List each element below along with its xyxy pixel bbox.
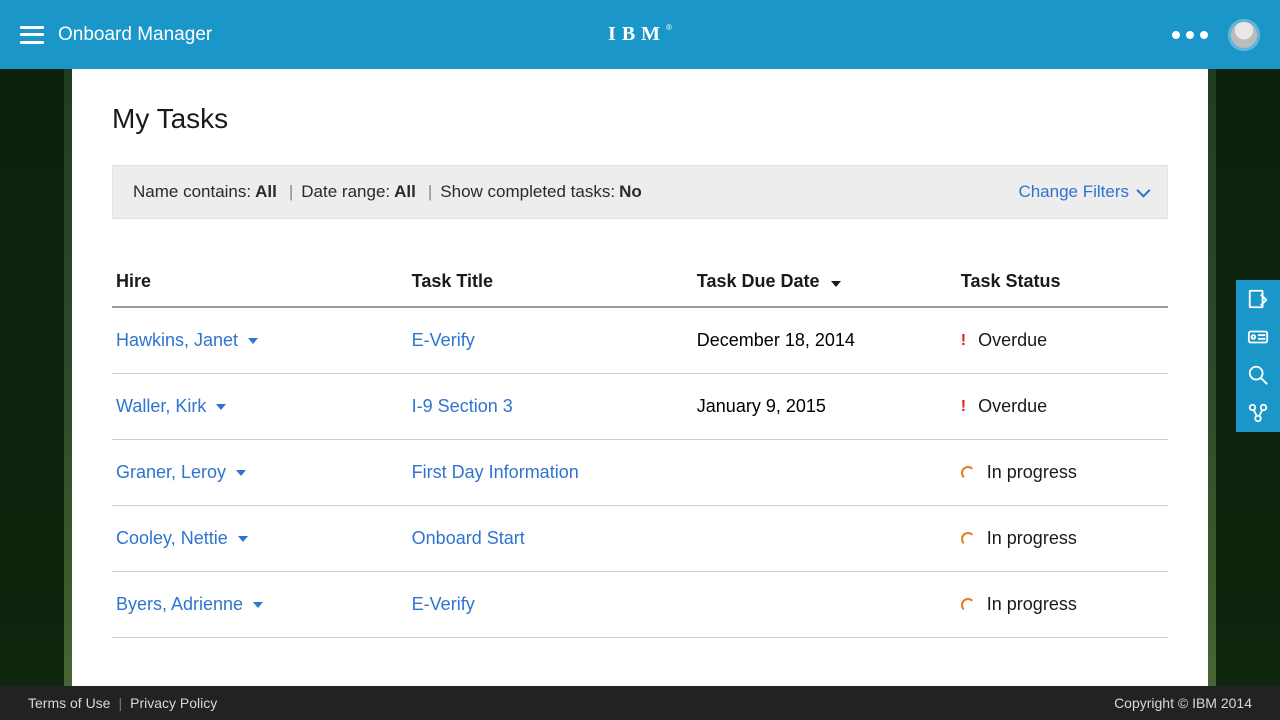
dock-edit-button[interactable] [1236,280,1280,318]
menu-icon[interactable] [20,26,44,44]
table-row: Byers, Adrienne E-Verify In progress [112,572,1168,638]
overdue-icon: ! [961,398,966,416]
table-row: Cooley, Nettie Onboard Start In progress [112,506,1168,572]
filter-bar: Name contains: All | Date range: All | S… [112,165,1168,219]
page-title: My Tasks [112,103,1168,135]
card-icon [1247,326,1269,348]
filter-date-label: Date range: [301,182,390,202]
col-header-date[interactable]: Task Due Date [693,259,957,307]
task-due-date: December 18, 2014 [693,307,957,374]
footer: Terms of Use | Privacy Policy Copyright … [0,686,1280,720]
dock-search-button[interactable] [1236,356,1280,394]
change-filters-button[interactable]: Change Filters [1018,182,1147,202]
dock-card-button[interactable] [1236,318,1280,356]
caret-down-icon [253,602,263,608]
col-header-status[interactable]: Task Status [957,259,1168,307]
caret-down-icon [238,536,248,542]
main-panel: My Tasks Name contains: All | Date range… [72,69,1208,686]
hire-link[interactable]: Byers, Adrienne [116,594,263,615]
in-progress-icon [961,466,975,480]
status-cell: ! Overdue [961,330,1164,351]
filter-date-value: All [394,182,416,202]
filter-completed-label: Show completed tasks: [440,182,615,202]
filter-separator: | [428,182,432,202]
task-due-date: January 9, 2015 [693,374,957,440]
filter-separator: | [289,182,293,202]
app-title: Onboard Manager [58,24,212,46]
hire-name: Graner, Leroy [116,462,226,483]
task-due-date [693,440,957,506]
col-header-date-label: Task Due Date [697,271,820,291]
overdue-icon: ! [961,332,966,350]
app-header: Onboard Manager IBM® [0,0,1280,69]
footer-privacy-link[interactable]: Privacy Policy [130,695,217,711]
hire-name: Byers, Adrienne [116,594,243,615]
status-cell: In progress [961,462,1164,483]
footer-separator: | [118,695,122,711]
change-filters-label: Change Filters [1018,182,1129,202]
hire-link[interactable]: Hawkins, Janet [116,330,258,351]
filter-name-label: Name contains: [133,182,251,202]
dock-share-button[interactable] [1236,394,1280,432]
logo: IBM® [608,23,672,46]
avatar[interactable] [1228,19,1260,51]
task-due-date [693,572,957,638]
search-icon [1247,364,1269,386]
footer-terms-link[interactable]: Terms of Use [28,695,110,711]
in-progress-icon [961,598,975,612]
task-title-link[interactable]: E-Verify [412,330,475,350]
hire-link[interactable]: Graner, Leroy [116,462,246,483]
col-header-title[interactable]: Task Title [408,259,693,307]
hire-link[interactable]: Cooley, Nettie [116,528,248,549]
table-row: Waller, Kirk I-9 Section 3 January 9, 2015… [112,374,1168,440]
share-icon [1247,402,1269,424]
logo-text: IBM [608,23,666,45]
col-header-hire[interactable]: Hire [112,259,408,307]
filter-completed-value: No [619,182,642,202]
in-progress-icon [961,532,975,546]
status-cell: ! Overdue [961,396,1164,417]
table-row: Graner, Leroy First Day Information In pro… [112,440,1168,506]
hire-name: Waller, Kirk [116,396,206,417]
status-cell: In progress [961,528,1164,549]
side-dock [1236,280,1280,432]
task-due-date [693,506,957,572]
task-title-link[interactable]: I-9 Section 3 [412,396,513,416]
status-cell: In progress [961,594,1164,615]
hire-name: Cooley, Nettie [116,528,228,549]
more-icon[interactable] [1172,31,1208,39]
status-text: In progress [987,528,1077,549]
tasks-table: Hire Task Title Task Due Date Task Statu… [112,259,1168,638]
task-title-link[interactable]: Onboard Start [412,528,525,548]
sort-desc-icon [831,281,841,287]
status-text: Overdue [978,330,1047,351]
status-text: In progress [987,462,1077,483]
hire-link[interactable]: Waller, Kirk [116,396,226,417]
task-title-link[interactable]: First Day Information [412,462,579,482]
chevron-down-icon [1136,184,1150,198]
status-text: Overdue [978,396,1047,417]
status-text: In progress [987,594,1077,615]
table-header-row: Hire Task Title Task Due Date Task Statu… [112,259,1168,307]
caret-down-icon [248,338,258,344]
table-row: Hawkins, Janet E-Verify December 18, 2014!… [112,307,1168,374]
logo-reg-mark: ® [666,23,672,32]
caret-down-icon [216,404,226,410]
filter-name-value: All [255,182,277,202]
caret-down-icon [236,470,246,476]
footer-copyright: Copyright © IBM 2014 [1114,695,1252,711]
edit-icon [1247,288,1269,310]
hire-name: Hawkins, Janet [116,330,238,351]
task-title-link[interactable]: E-Verify [412,594,475,614]
